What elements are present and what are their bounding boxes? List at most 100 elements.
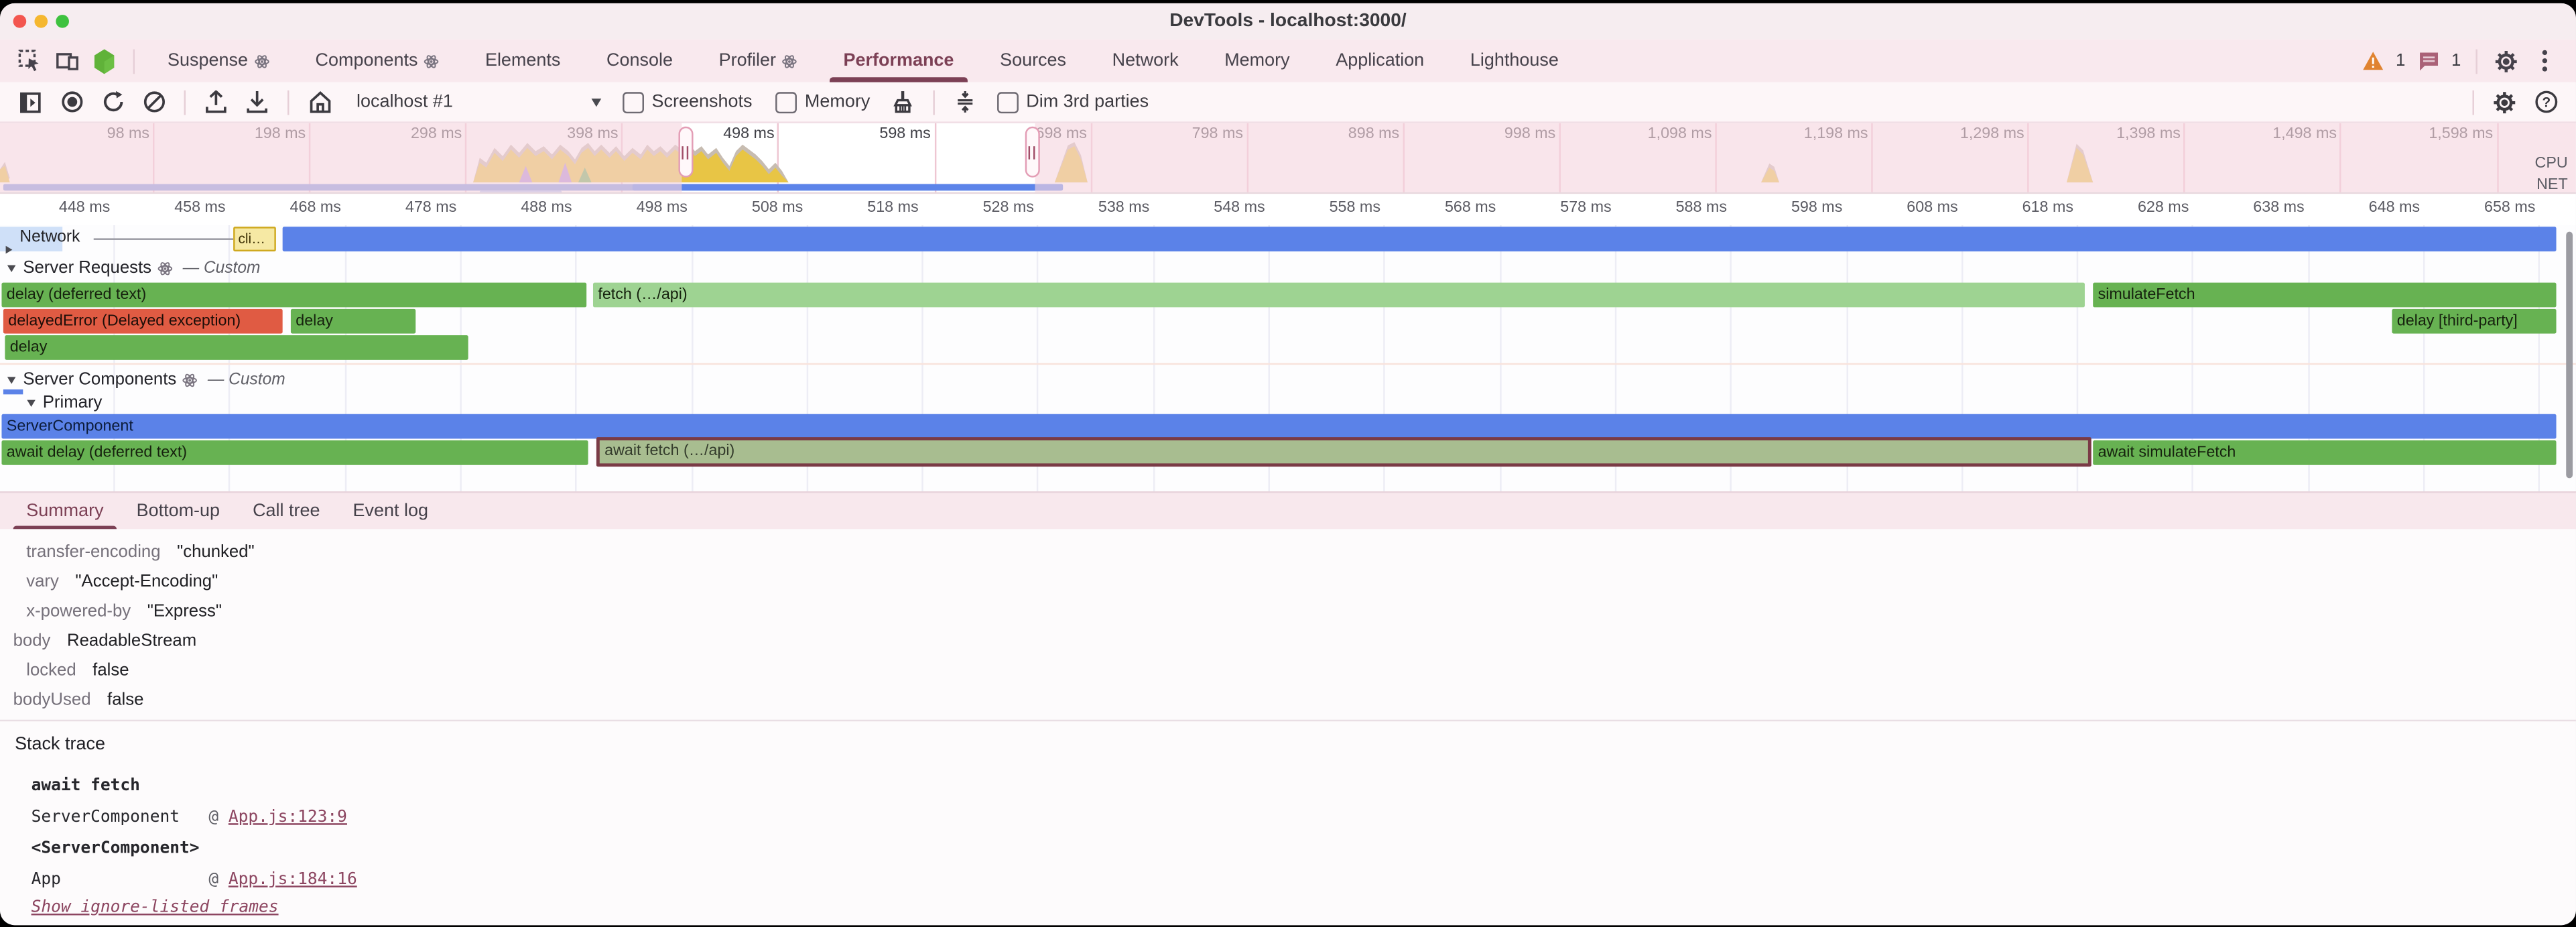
- more-options-kebab-icon[interactable]: [2532, 48, 2557, 73]
- divider: [133, 48, 135, 73]
- ruler-time-label: 478 ms: [365, 199, 456, 217]
- event-bar-servercomponent[interactable]: ServerComponent: [1, 414, 2556, 439]
- tab-performance[interactable]: Performance: [820, 40, 977, 82]
- details-tab-summary[interactable]: Summary: [10, 493, 120, 529]
- details-tab-bottom-up[interactable]: Bottom-up: [120, 493, 236, 529]
- details-tab-bar: Summary Bottom-up Call tree Event log: [0, 491, 2576, 529]
- vertical-scrollbar[interactable]: [2566, 232, 2573, 479]
- tab-components[interactable]: Components: [292, 40, 462, 82]
- tab-label: Components: [316, 51, 418, 70]
- show-ignore-listed-frames-link[interactable]: Show ignore-listed frames: [31, 899, 279, 925]
- upload-profile-icon[interactable]: [202, 88, 231, 116]
- tab-suspense[interactable]: Suspense: [145, 40, 292, 82]
- divider: [0, 720, 2576, 721]
- cpu-lane-label: CPU: [2535, 154, 2568, 172]
- target-selector[interactable]: localhost #1: [357, 92, 601, 111]
- property-key: locked: [26, 661, 76, 680]
- network-request-chip[interactable]: cli…: [233, 227, 276, 251]
- network-track-row: Network cli…: [0, 227, 2576, 251]
- screenshots-checkbox[interactable]: Screenshots: [622, 91, 752, 113]
- tab-application[interactable]: Application: [1313, 40, 1447, 82]
- event-bar-await-fetch-api-[interactable]: await fetch (…/api): [596, 437, 2091, 467]
- tab-profiler[interactable]: Profiler: [696, 40, 820, 82]
- event-bar-delay[interactable]: delay: [291, 309, 415, 334]
- ruler-time-label: 448 ms: [18, 199, 110, 217]
- clear-icon[interactable]: [139, 88, 168, 116]
- event-bar-await-delay-deferred-text-[interactable]: await delay (deferred text): [1, 440, 588, 465]
- react-devtools-icon: [92, 48, 117, 73]
- source-location-link[interactable]: App.js:123:9: [229, 808, 347, 826]
- home-icon[interactable]: [306, 88, 334, 116]
- target-selector-value: localhost #1: [357, 92, 453, 111]
- collapse-tracks-icon[interactable]: [950, 88, 978, 116]
- tab-strip: Suspense Components Elements ConsoleProfile…: [145, 40, 1582, 82]
- minimize-window-button[interactable]: [34, 15, 48, 28]
- record-icon[interactable]: [58, 88, 86, 116]
- checkbox-label: Memory: [805, 92, 870, 111]
- event-bar-await-simulatefetch[interactable]: await simulateFetch: [2093, 440, 2556, 465]
- reload-record-icon[interactable]: [99, 88, 127, 116]
- tab-label: Sources: [1000, 51, 1066, 70]
- event-bar-delayederror-delayed-exception-[interactable]: delayedError (Delayed exception): [3, 309, 283, 334]
- network-track-label[interactable]: Network: [19, 229, 80, 247]
- download-profile-icon[interactable]: [243, 88, 271, 116]
- help-icon[interactable]: ?: [2532, 88, 2560, 116]
- message-count[interactable]: 1: [2451, 51, 2461, 70]
- stack-frame: ServerComponent@App.js:123:9: [0, 802, 2576, 833]
- details-tab-call-tree[interactable]: Call tree: [237, 493, 336, 529]
- property-key: vary: [26, 572, 59, 591]
- property-value: false: [92, 661, 129, 680]
- checkbox-label: Dim 3rd parties: [1026, 92, 1149, 111]
- tab-memory[interactable]: Memory: [1202, 40, 1313, 82]
- warning-count[interactable]: 1: [2396, 51, 2405, 70]
- event-bar-delay-deferred-text-[interactable]: delay (deferred text): [1, 283, 586, 308]
- event-bar-delay-third-party-[interactable]: delay [third-party]: [2392, 309, 2556, 334]
- server-requests-header[interactable]: Server Requests — Custom: [7, 258, 261, 277]
- property-value: "chunked": [177, 542, 255, 562]
- settings-gear-icon[interactable]: [2494, 48, 2518, 73]
- ruler-time-label: 558 ms: [1289, 199, 1380, 217]
- details-tab-event-log[interactable]: Event log: [336, 493, 444, 529]
- stack-label: <ServerComponent>: [0, 833, 2576, 865]
- dim-3rd-parties-checkbox[interactable]: Dim 3rd parties: [996, 91, 1149, 113]
- memory-checkbox[interactable]: Memory: [775, 91, 871, 113]
- primary-subtrack-header[interactable]: Primary: [26, 393, 102, 412]
- toggle-sidebar-icon[interactable]: [17, 88, 45, 116]
- expand-triangle-icon: [7, 376, 16, 383]
- ruler-time-label: 588 ms: [1635, 199, 1727, 217]
- details-tab-label: Bottom-up: [137, 501, 220, 521]
- inspect-element-icon[interactable]: [17, 48, 42, 73]
- server-components-header[interactable]: Server Components — Custom: [7, 370, 285, 389]
- tab-label: Elements: [485, 51, 560, 70]
- property-value: ReadableStream: [67, 631, 196, 650]
- close-window-button[interactable]: [13, 15, 27, 28]
- tab-lighthouse[interactable]: Lighthouse: [1447, 40, 1582, 82]
- source-location-link[interactable]: App.js:184:16: [229, 871, 357, 889]
- selection-handle-right[interactable]: [1025, 127, 1039, 178]
- tab-network[interactable]: Network: [1089, 40, 1202, 82]
- server-requests-row: delay (deferred text) fetch (…/api) simula…: [0, 283, 2576, 308]
- capture-settings-gear-icon[interactable]: [2490, 88, 2518, 116]
- tab-label: Suspense: [168, 51, 248, 70]
- details-tab-label: Call tree: [253, 501, 320, 521]
- tab-console[interactable]: Console: [584, 40, 696, 82]
- device-toolbar-icon[interactable]: [54, 48, 79, 73]
- garbage-collect-icon[interactable]: [888, 88, 916, 116]
- network-request-bar[interactable]: [283, 227, 2557, 251]
- server-requests-row: delayedError (Delayed exception) delay del…: [0, 309, 2576, 334]
- stack-frame: App@App.js:184:16: [0, 864, 2576, 895]
- tab-sources[interactable]: Sources: [977, 40, 1090, 82]
- selected-tab-underline: [830, 77, 967, 82]
- frame-name: ServerComponent: [31, 808, 209, 826]
- ruler-time-label: 628 ms: [2097, 199, 2189, 217]
- tab-elements[interactable]: Elements: [462, 40, 584, 82]
- message-bubble-icon[interactable]: [2417, 48, 2442, 73]
- tab-label: Lighthouse: [1470, 51, 1559, 70]
- timeline-overview[interactable]: 98 ms198 ms298 ms398 ms498 ms598 ms698 m…: [0, 123, 2576, 194]
- maximize-window-button[interactable]: [56, 15, 69, 28]
- selection-handle-left[interactable]: [678, 127, 692, 178]
- event-bar-delay[interactable]: delay: [5, 335, 468, 360]
- event-bar-fetch-api-[interactable]: fetch (…/api): [593, 283, 2085, 308]
- warning-icon[interactable]: [2362, 48, 2386, 73]
- event-bar-simulatefetch[interactable]: simulateFetch: [2093, 283, 2556, 308]
